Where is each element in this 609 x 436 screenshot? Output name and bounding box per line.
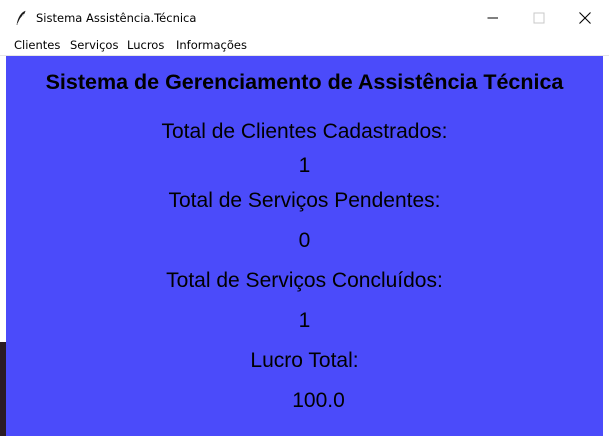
pending-services-value: 0: [298, 229, 311, 252]
menu-servicos[interactable]: Serviços: [70, 38, 118, 52]
clients-total-label: Total de Clientes Cadastrados:: [161, 120, 448, 143]
menu-lucros[interactable]: Lucros: [127, 38, 164, 52]
completed-services-value: 1: [298, 309, 311, 332]
app-window: Sistema Assistência.Técnica Clientes Ser…: [0, 0, 609, 436]
menu-bar: Clientes Serviços Lucros Informações: [0, 36, 609, 56]
clients-total-value: 1: [298, 154, 311, 177]
minimize-icon: [487, 17, 498, 19]
pending-services-label: Total de Serviços Pendentes:: [168, 189, 441, 212]
dashboard-panel: Sistema de Gerenciamento de Assistência …: [6, 56, 603, 436]
window-title: Sistema Assistência.Técnica: [36, 11, 197, 25]
total-profit-label: Lucro Total:: [250, 349, 359, 372]
page-title: Sistema de Gerenciamento de Assistência …: [45, 70, 564, 94]
minimize-button[interactable]: [470, 0, 516, 36]
close-icon: [579, 12, 591, 24]
total-profit-value: 100.0: [292, 389, 345, 412]
maximize-icon: [533, 12, 545, 24]
maximize-button[interactable]: [516, 0, 562, 36]
menu-clientes[interactable]: Clientes: [14, 38, 60, 52]
completed-services-label: Total de Serviços Concluídos:: [166, 269, 443, 292]
close-button[interactable]: [562, 0, 608, 36]
title-bar[interactable]: Sistema Assistência.Técnica: [0, 0, 609, 36]
feather-icon: [15, 10, 27, 26]
menu-informacoes[interactable]: Informações: [176, 38, 247, 52]
